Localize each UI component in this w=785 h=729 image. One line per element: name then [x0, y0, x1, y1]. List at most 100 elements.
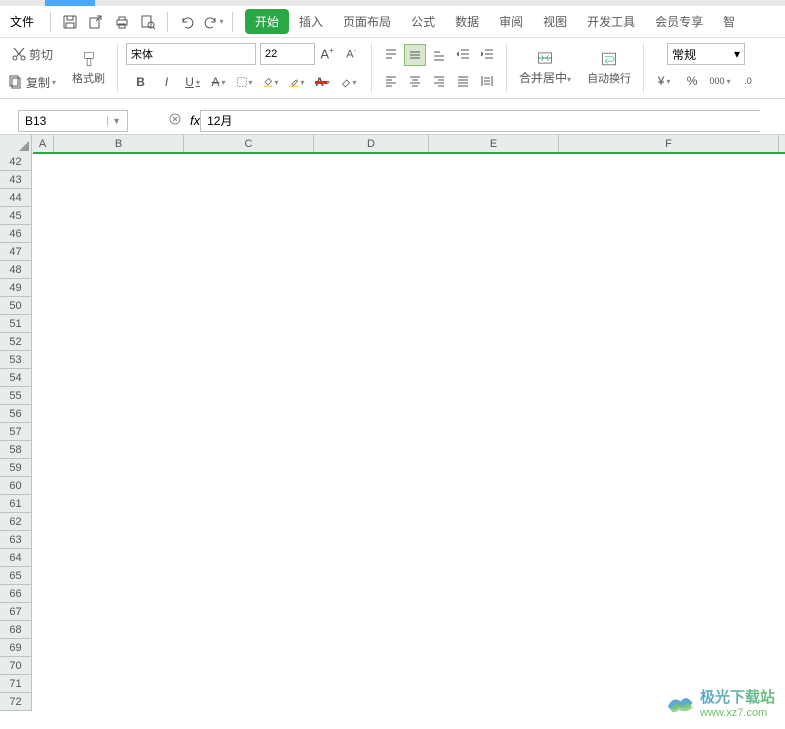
select-all-button[interactable]: [0, 135, 32, 153]
format-painter-label: 格式刷: [72, 70, 105, 86]
font-name-input[interactable]: [126, 43, 256, 65]
row-header[interactable]: 62: [0, 513, 32, 531]
row-header[interactable]: 72: [0, 693, 32, 711]
tab-data[interactable]: 数据: [445, 9, 489, 34]
copy-button[interactable]: 复制 ▾: [4, 72, 60, 93]
strikethrough-button[interactable]: A▾: [207, 70, 231, 94]
row-header[interactable]: 47: [0, 243, 32, 261]
wrap-text-button[interactable]: 自动换行: [583, 49, 635, 88]
merge-center-button[interactable]: 合并居中▾: [515, 48, 575, 88]
row-header[interactable]: 63: [0, 531, 32, 549]
tab-more[interactable]: 智: [713, 9, 745, 34]
column-header-D[interactable]: D: [314, 135, 429, 153]
align-bottom-button[interactable]: [428, 44, 450, 66]
save-icon[interactable]: [59, 11, 81, 33]
row-header[interactable]: 71: [0, 675, 32, 693]
row-header[interactable]: 67: [0, 603, 32, 621]
decrease-font-button[interactable]: A-: [339, 42, 363, 66]
underline-button[interactable]: U▾: [181, 70, 205, 94]
decrease-indent-button[interactable]: [452, 44, 474, 66]
tab-dev-tools[interactable]: 开发工具: [577, 9, 645, 34]
column-header-B[interactable]: B: [54, 135, 184, 153]
tab-member[interactable]: 会员专享: [645, 9, 713, 34]
tab-review[interactable]: 审阅: [489, 9, 533, 34]
file-menu[interactable]: 文件: [4, 8, 44, 36]
comma-button[interactable]: 000▾: [708, 69, 732, 93]
row-header[interactable]: 66: [0, 585, 32, 603]
align-left-button[interactable]: [380, 70, 402, 92]
fx-label[interactable]: fx: [190, 113, 200, 128]
row-header[interactable]: 54: [0, 369, 32, 387]
row-header[interactable]: 70: [0, 657, 32, 675]
row-header[interactable]: 64: [0, 549, 32, 567]
tab-page-layout[interactable]: 页面布局: [333, 9, 401, 34]
row-header[interactable]: 55: [0, 387, 32, 405]
tab-formulas[interactable]: 公式: [401, 9, 445, 34]
clipboard-group: 剪切 复制 ▾: [0, 40, 64, 96]
distribute-button[interactable]: [476, 70, 498, 92]
row-header[interactable]: 59: [0, 459, 32, 477]
column-header-A[interactable]: A: [32, 135, 54, 153]
row-header[interactable]: 48: [0, 261, 32, 279]
column-header-C[interactable]: C: [184, 135, 314, 153]
export-icon[interactable]: [85, 11, 107, 33]
row-header[interactable]: 58: [0, 441, 32, 459]
row-header[interactable]: 57: [0, 423, 32, 441]
print-icon[interactable]: [111, 11, 133, 33]
number-format-select[interactable]: 常规 ▾: [667, 43, 745, 65]
row-header[interactable]: 43: [0, 171, 32, 189]
italic-button[interactable]: I: [155, 70, 179, 94]
row-header[interactable]: 52: [0, 333, 32, 351]
name-box[interactable]: B13 ▼: [18, 110, 128, 132]
align-center-button[interactable]: [404, 70, 426, 92]
border-button[interactable]: ▾: [233, 70, 257, 94]
bold-button[interactable]: B: [129, 70, 153, 94]
cut-button[interactable]: 剪切: [7, 44, 57, 65]
cell-grid[interactable]: [54, 153, 785, 729]
row-header[interactable]: 51: [0, 315, 32, 333]
merge-group: 合并居中▾: [511, 40, 579, 96]
increase-decimal-button[interactable]: .0: [736, 69, 760, 93]
row-header[interactable]: 53: [0, 351, 32, 369]
cancel-icon[interactable]: [168, 112, 182, 129]
row-headers: 4243444546474849505152535455565758596061…: [0, 153, 32, 711]
font-color-button[interactable]: A ▾: [311, 70, 335, 94]
formula-input[interactable]: 12月: [200, 110, 760, 132]
redo-icon[interactable]: ▾: [202, 11, 224, 33]
row-header[interactable]: 45: [0, 207, 32, 225]
print-preview-icon[interactable]: [137, 11, 159, 33]
row-header[interactable]: 69: [0, 639, 32, 657]
tab-view[interactable]: 视图: [533, 9, 577, 34]
row-header[interactable]: 44: [0, 189, 32, 207]
align-top-button[interactable]: [380, 44, 402, 66]
row-header[interactable]: 42: [0, 153, 32, 171]
align-right-button[interactable]: [428, 70, 450, 92]
fill-color-button[interactable]: ▾: [259, 70, 283, 94]
tab-insert[interactable]: 插入: [289, 9, 333, 34]
tab-home[interactable]: 开始: [245, 9, 289, 34]
clear-format-button[interactable]: ▾: [337, 70, 361, 94]
row-header[interactable]: 61: [0, 495, 32, 513]
column-header-E[interactable]: E: [429, 135, 559, 153]
row-header[interactable]: 46: [0, 225, 32, 243]
name-box-dropdown[interactable]: ▼: [107, 116, 121, 126]
percent-button[interactable]: %: [680, 69, 704, 93]
row-header[interactable]: 56: [0, 405, 32, 423]
increase-font-button[interactable]: A+: [315, 42, 339, 66]
row-header[interactable]: 50: [0, 297, 32, 315]
separator: [167, 12, 168, 32]
column-header-F[interactable]: F: [559, 135, 779, 153]
row-header[interactable]: 60: [0, 477, 32, 495]
row-header[interactable]: 49: [0, 279, 32, 297]
increase-indent-button[interactable]: [476, 44, 498, 66]
name-box-value: B13: [25, 114, 46, 128]
align-justify-button[interactable]: [452, 70, 474, 92]
row-header[interactable]: 65: [0, 567, 32, 585]
highlight-button[interactable]: ▾: [285, 70, 309, 94]
format-painter-button[interactable]: 格式刷: [68, 49, 109, 88]
undo-icon[interactable]: [176, 11, 198, 33]
row-header[interactable]: 68: [0, 621, 32, 639]
font-size-input[interactable]: [260, 43, 315, 65]
currency-button[interactable]: ¥▾: [652, 69, 676, 93]
align-middle-button[interactable]: [404, 44, 426, 66]
